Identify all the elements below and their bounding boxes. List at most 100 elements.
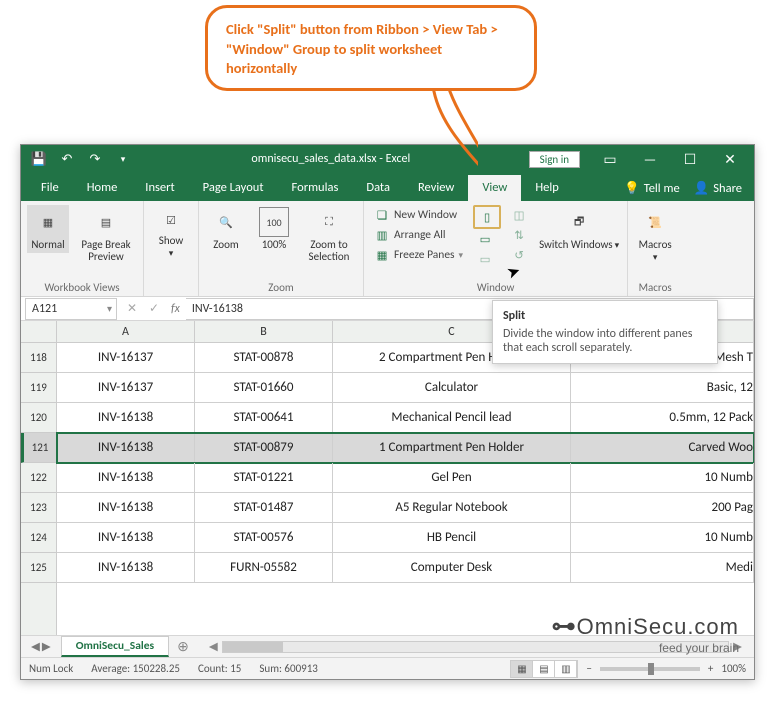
switch-windows-button[interactable]: 🗗 Switch Windows ▾: [537, 205, 621, 253]
table-row: INV-16138FURN-05582Computer DeskMedi: [57, 553, 754, 583]
page-break-icon: ▤: [91, 207, 121, 237]
status-average: Average: 150228.25: [91, 662, 180, 675]
row-header[interactable]: 125: [21, 553, 56, 583]
sync-scroll-button[interactable]: ⇅: [507, 225, 531, 245]
minimize-icon[interactable]: —: [632, 146, 668, 172]
side-by-side-icon: ◫: [511, 207, 527, 223]
hide-button[interactable]: ▭: [473, 229, 497, 249]
save-icon[interactable]: 💾: [29, 149, 49, 169]
fx-icon[interactable]: fx: [165, 302, 186, 316]
scroll-right-icon[interactable]: ▶: [729, 639, 746, 654]
name-box[interactable]: A121 ▾: [25, 298, 117, 320]
table-row: INV-16138STAT-00641Mechanical Pencil lea…: [57, 403, 754, 433]
group-label: Workbook Views: [27, 281, 137, 294]
tab-insert[interactable]: Insert: [131, 175, 188, 201]
qat-dropdown-icon[interactable]: ▾: [113, 149, 133, 169]
view-mode-buttons[interactable]: ▦ ▤ ▥: [510, 660, 578, 678]
maximize-icon[interactable]: ☐: [672, 146, 708, 172]
zoom-out-icon[interactable]: −: [586, 662, 591, 675]
grid-body[interactable]: INV-16137STAT-008782 Compartment Pen Hol…: [57, 343, 754, 635]
row-header[interactable]: 124: [21, 523, 56, 553]
tab-file[interactable]: File: [27, 175, 73, 201]
group-label: Window: [370, 281, 621, 294]
zoom-slider[interactable]: [600, 667, 700, 671]
share-button[interactable]: 👤 Share: [694, 181, 742, 196]
row-header[interactable]: 122: [21, 463, 56, 493]
tab-review[interactable]: Review: [404, 175, 468, 201]
group-show: ☑ Show▾: [144, 201, 199, 296]
status-count: Count: 15: [198, 662, 241, 675]
row-header[interactable]: 118: [21, 343, 56, 373]
split-tooltip: Split Divide the window into different p…: [492, 300, 718, 364]
row-header[interactable]: 121: [21, 433, 56, 463]
select-all-corner[interactable]: [21, 321, 56, 343]
tab-help[interactable]: Help: [521, 175, 572, 201]
row-header[interactable]: 120: [21, 403, 56, 433]
horizontal-scrollbar[interactable]: ◀ ▶: [197, 639, 754, 654]
unhide-button[interactable]: ▭: [473, 249, 497, 269]
tab-data[interactable]: Data: [352, 175, 404, 201]
tab-nav-next-icon[interactable]: ▶: [42, 639, 51, 654]
scroll-left-icon[interactable]: ◀: [205, 639, 222, 654]
group-workbook-views: ▦ Normal ▤ Page Break Preview Workbook V…: [21, 201, 144, 296]
title-bar: 💾 ↶ ↷ ▾ omnisecu_sales_data.xlsx - Excel…: [21, 145, 754, 173]
ribbon-tabs: File Home Insert Page Layout Formulas Da…: [21, 173, 754, 201]
zoom-level[interactable]: 100%: [721, 662, 746, 675]
zoom-selection-button[interactable]: ⛶ Zoom to Selection: [301, 205, 357, 265]
row-header[interactable]: 123: [21, 493, 56, 523]
tab-nav-prev-icon[interactable]: ◀: [31, 639, 40, 654]
page-break-mode-icon[interactable]: ▥: [555, 661, 577, 677]
zoom-button[interactable]: 🔍 Zoom: [205, 205, 247, 253]
instruction-callout: Click "Split" button from Ribbon > View …: [205, 5, 537, 91]
scroll-thumb[interactable]: [223, 642, 283, 652]
reset-position-button[interactable]: ↺: [507, 245, 531, 265]
normal-mode-icon[interactable]: ▦: [511, 661, 533, 677]
tell-me-button[interactable]: 💡 Tell me: [624, 181, 680, 196]
tooltip-title: Split: [503, 309, 707, 323]
group-label: Zoom: [205, 281, 357, 294]
sheet-tab[interactable]: OmniSecu_Sales: [61, 636, 169, 657]
close-icon[interactable]: ✕: [712, 146, 748, 172]
share-icon: 👤: [694, 181, 710, 196]
new-window-icon: ❏: [374, 207, 390, 223]
unhide-icon: ▭: [477, 251, 493, 267]
arrange-all-button[interactable]: ▥Arrange All: [370, 225, 450, 245]
normal-view-icon: ▦: [33, 207, 63, 237]
undo-icon[interactable]: ↶: [57, 149, 77, 169]
group-macros: 📜 Macros▾ Macros: [628, 201, 682, 296]
page-break-preview-button[interactable]: ▤ Page Break Preview: [75, 205, 137, 265]
view-side-by-side-button[interactable]: ◫: [507, 205, 531, 225]
sign-in-button[interactable]: Sign in: [529, 151, 580, 168]
switch-windows-icon: 🗗: [564, 207, 594, 237]
status-sum: Sum: 600913: [259, 662, 318, 675]
freeze-panes-button[interactable]: ▦Freeze Panes ▾: [370, 245, 467, 265]
tab-view[interactable]: View: [468, 175, 521, 201]
group-window: ❏New Window ▥Arrange All ▦Freeze Panes ▾…: [364, 201, 628, 296]
chevron-down-icon: ▾: [107, 302, 116, 315]
add-sheet-icon[interactable]: ⊕: [169, 638, 197, 655]
tab-formulas[interactable]: Formulas: [278, 175, 353, 201]
normal-view-button[interactable]: ▦ Normal: [27, 205, 69, 253]
zoom-in-icon[interactable]: +: [708, 662, 713, 675]
redo-icon[interactable]: ↷: [85, 149, 105, 169]
table-row: INV-16138STAT-00576HB Pencil10 Numb: [57, 523, 754, 553]
macros-icon: 📜: [640, 207, 670, 237]
column-header[interactable]: A: [57, 321, 195, 342]
show-button[interactable]: ☑ Show▾: [150, 205, 192, 261]
split-button[interactable]: ▯: [473, 205, 501, 229]
ribbon-display-icon[interactable]: ▭: [592, 146, 628, 172]
new-window-button[interactable]: ❏New Window: [370, 205, 461, 225]
page-layout-mode-icon[interactable]: ▤: [533, 661, 555, 677]
cancel-formula-icon[interactable]: ✕: [121, 301, 143, 316]
zoom-selection-icon: ⛶: [314, 207, 344, 237]
table-row-selected: INV-16138STAT-008791 Compartment Pen Hol…: [57, 433, 754, 463]
row-header[interactable]: 119: [21, 373, 56, 403]
column-header[interactable]: B: [195, 321, 333, 342]
tab-page-layout[interactable]: Page Layout: [189, 175, 278, 201]
zoom-icon: 🔍: [211, 207, 241, 237]
zoom-100-button[interactable]: 100 100%: [253, 205, 295, 253]
sheet-tab-bar: ◀ ▶ OmniSecu_Sales ⊕ ◀ ▶: [21, 635, 754, 657]
macros-button[interactable]: 📜 Macros▾: [634, 205, 676, 265]
enter-formula-icon[interactable]: ✓: [143, 301, 165, 316]
tab-home[interactable]: Home: [73, 175, 132, 201]
